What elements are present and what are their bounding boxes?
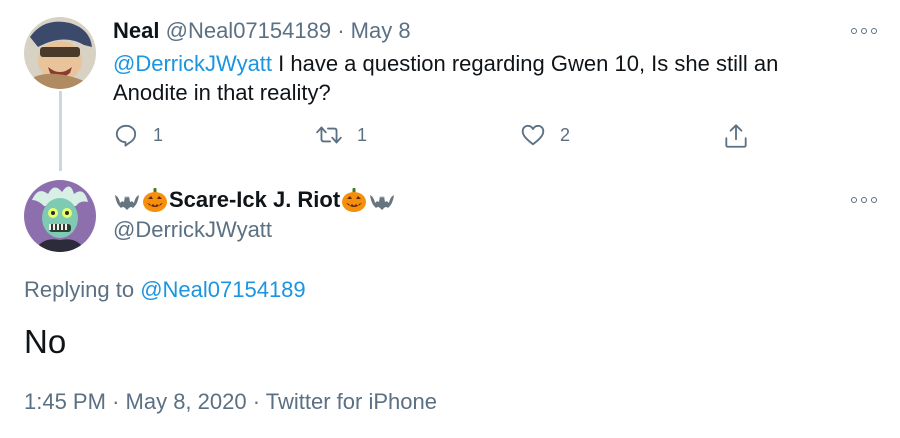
avatar[interactable]: [24, 180, 96, 252]
retweet-count: 1: [357, 124, 368, 145]
parent-tweet-date[interactable]: May 8: [351, 18, 411, 43]
jack-o-lantern-icon: [143, 188, 167, 212]
like-icon: [521, 124, 545, 146]
parent-author-handle[interactable]: @Neal07154189: [166, 18, 331, 43]
bat-icon: [370, 195, 395, 210]
tweet-date[interactable]: May 8, 2020: [126, 389, 247, 414]
parent-author-name[interactable]: Neal: [113, 18, 159, 43]
tweet-time[interactable]: 1:45 PM: [24, 389, 106, 414]
tweet-actions: 1 1 2: [113, 120, 753, 150]
main-tweet-text: No: [24, 323, 67, 360]
parent-tweet-header: Neal @Neal07154189 · May 8: [113, 17, 411, 45]
reply-count: 1: [153, 124, 164, 145]
retweet-button[interactable]: 1: [315, 122, 367, 148]
bat-icon: [115, 195, 139, 210]
meta-separator: ·: [112, 389, 120, 414]
thread-line: [59, 91, 62, 171]
more-icon[interactable]: [851, 195, 877, 205]
replying-to-link[interactable]: @Neal07154189: [140, 277, 305, 302]
like-button[interactable]: 2: [520, 122, 570, 148]
tweet-source[interactable]: Twitter for iPhone: [266, 389, 437, 414]
parent-tweet-text: @DerrickJWyatt I have a question regardi…: [113, 49, 843, 107]
main-author-name[interactable]: Scare-Ick J. Riot: [113, 186, 396, 214]
share-button[interactable]: [723, 122, 749, 150]
main-author-handle[interactable]: @DerrickJWyatt: [113, 216, 272, 244]
reply-button[interactable]: 1: [113, 122, 163, 148]
header-separator: ·: [337, 18, 345, 43]
jack-o-lantern-icon: [342, 188, 367, 212]
main-author-display-name: Scare-Ick J. Riot: [169, 187, 341, 212]
reply-icon: [115, 124, 137, 147]
retweet-icon: [316, 126, 342, 144]
replying-prefix: Replying to: [24, 277, 141, 302]
share-icon: [725, 124, 747, 148]
mention-link[interactable]: @DerrickJWyatt: [113, 51, 272, 76]
like-count: 2: [560, 124, 571, 145]
meta-separator: ·: [252, 389, 261, 414]
more-icon[interactable]: [851, 26, 877, 36]
replying-to: Replying to @Neal07154189: [24, 276, 306, 304]
avatar[interactable]: [24, 17, 96, 89]
tweet-meta: 1:45 PM · May 8, 2020 · Twitter for iPho…: [24, 388, 437, 416]
